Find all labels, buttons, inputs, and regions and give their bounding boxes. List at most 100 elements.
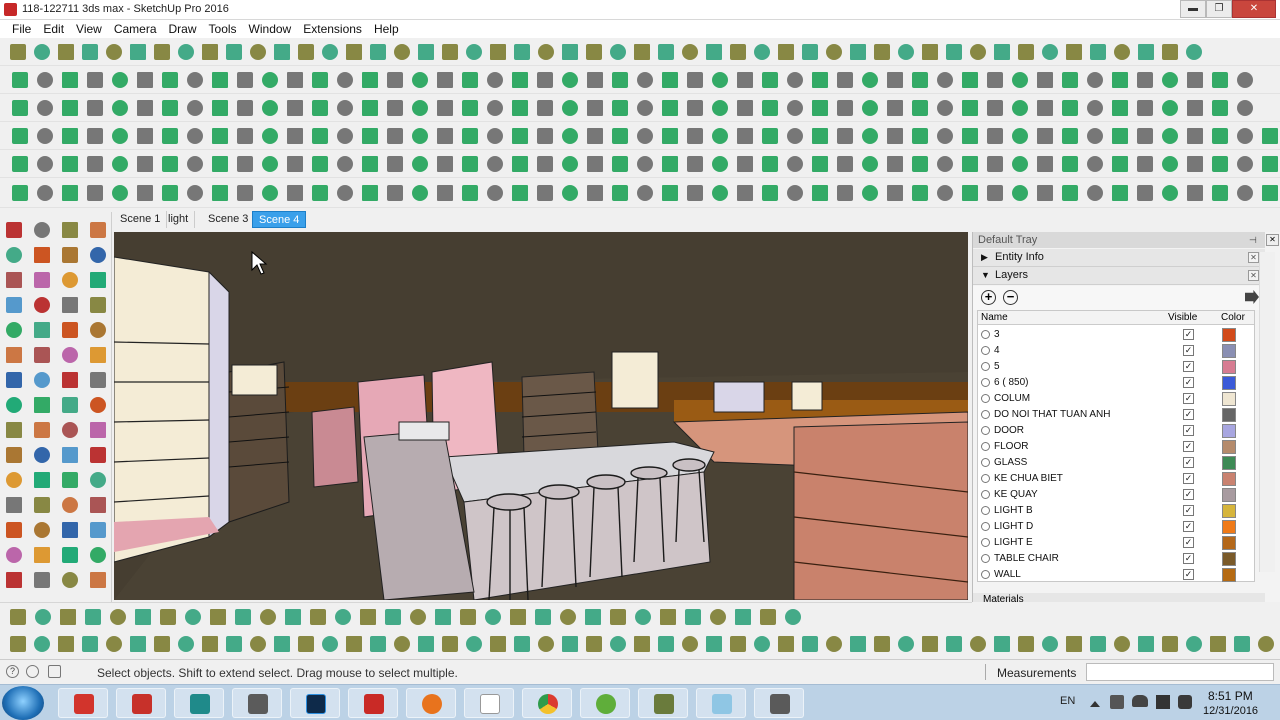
modify-tool-icon[interactable] [887, 156, 903, 172]
layer-visible-checkbox[interactable]: ✓ [1183, 425, 1194, 436]
extension-tool-icon[interactable] [287, 128, 303, 144]
modify-tool-icon[interactable] [862, 156, 878, 172]
menu-extensions[interactable]: Extensions [297, 22, 368, 36]
tray-close-button[interactable]: ✕ [1266, 234, 1279, 246]
drawing-tool-icon[interactable] [394, 44, 410, 60]
active-layer-radio[interactable] [981, 570, 990, 579]
shape-tool-icon[interactable] [106, 636, 122, 652]
menu-draw[interactable]: Draw [163, 22, 203, 36]
shape-tool-icon[interactable] [418, 636, 434, 652]
taskbar-sketchup-2[interactable] [116, 688, 166, 718]
utility-tool-icon[interactable] [462, 185, 478, 201]
left-tool-icon[interactable] [90, 322, 106, 338]
edit-tool-icon[interactable] [212, 72, 228, 88]
left-tool-icon[interactable] [90, 447, 106, 463]
edit-tool-icon[interactable] [1137, 72, 1153, 88]
edit-tool-icon[interactable] [887, 72, 903, 88]
plugin-tool-icon[interactable] [37, 100, 53, 116]
plugin-tool-icon[interactable] [1162, 100, 1178, 116]
extension-tool-icon[interactable] [137, 128, 153, 144]
drawing-tool-icon[interactable] [754, 44, 770, 60]
shape-tool-icon[interactable] [322, 636, 338, 652]
view-tool-icon[interactable] [460, 609, 476, 625]
utility-tool-icon[interactable] [1112, 185, 1128, 201]
drawing-tool-icon[interactable] [658, 44, 674, 60]
plugin-tool-icon[interactable] [762, 100, 778, 116]
modify-tool-icon[interactable] [512, 156, 528, 172]
extension-tool-icon[interactable] [1087, 128, 1103, 144]
modify-tool-icon[interactable] [387, 156, 403, 172]
layer-color-swatch[interactable] [1222, 392, 1236, 406]
left-tool-icon[interactable] [6, 397, 22, 413]
edit-tool-icon[interactable] [537, 72, 553, 88]
menu-help[interactable]: Help [368, 22, 405, 36]
modify-tool-icon[interactable] [287, 156, 303, 172]
active-layer-radio[interactable] [981, 410, 990, 419]
left-tool-icon[interactable] [62, 397, 78, 413]
shape-tool-icon[interactable] [274, 636, 290, 652]
plugin-tool-icon[interactable] [1237, 100, 1253, 116]
utility-tool-icon[interactable] [587, 185, 603, 201]
taskbar-sketchup-1[interactable] [58, 688, 108, 718]
edit-tool-icon[interactable] [37, 72, 53, 88]
edit-tool-icon[interactable] [362, 72, 378, 88]
plugin-tool-icon[interactable] [937, 100, 953, 116]
extension-tool-icon[interactable] [362, 128, 378, 144]
drawing-tool-icon[interactable] [466, 44, 482, 60]
active-layer-radio[interactable] [981, 554, 990, 563]
layer-row[interactable]: COLUM ✓ [978, 391, 1254, 407]
view-tool-icon[interactable] [685, 609, 701, 625]
modify-tool-icon[interactable] [362, 156, 378, 172]
tab-scene-4[interactable]: Scene 4 [252, 211, 307, 228]
extension-tool-icon[interactable] [387, 128, 403, 144]
shape-tool-icon[interactable] [202, 636, 218, 652]
edit-tool-icon[interactable] [1237, 72, 1253, 88]
shape-tool-icon[interactable] [178, 636, 194, 652]
utility-tool-icon[interactable] [837, 185, 853, 201]
extension-tool-icon[interactable] [1012, 128, 1028, 144]
edit-tool-icon[interactable] [262, 72, 278, 88]
plugin-tool-icon[interactable] [512, 100, 528, 116]
plugin-tool-icon[interactable] [887, 100, 903, 116]
menu-file[interactable]: File [6, 22, 37, 36]
left-tool-icon[interactable] [6, 422, 22, 438]
utility-tool-icon[interactable] [137, 185, 153, 201]
modify-tool-icon[interactable] [162, 156, 178, 172]
view-tool-icon[interactable] [560, 609, 576, 625]
extension-tool-icon[interactable] [312, 128, 328, 144]
left-tool-icon[interactable] [6, 522, 22, 538]
shape-tool-icon[interactable] [394, 636, 410, 652]
extension-tool-icon[interactable] [612, 128, 628, 144]
left-tool-icon[interactable] [34, 372, 50, 388]
modify-tool-icon[interactable] [812, 156, 828, 172]
view-tool-icon[interactable] [210, 609, 226, 625]
layer-row[interactable]: 5 ✓ [978, 359, 1254, 375]
drawing-tool-icon[interactable] [1114, 44, 1130, 60]
edit-tool-icon[interactable] [387, 72, 403, 88]
view-tool-icon[interactable] [285, 609, 301, 625]
shape-tool-icon[interactable] [754, 636, 770, 652]
view-tool-icon[interactable] [410, 609, 426, 625]
edit-tool-icon[interactable] [637, 72, 653, 88]
volume-icon[interactable] [1110, 695, 1124, 709]
plugin-tool-icon[interactable] [1212, 100, 1228, 116]
layer-color-swatch[interactable] [1222, 456, 1236, 470]
extension-tool-icon[interactable] [337, 128, 353, 144]
extension-tool-icon[interactable] [162, 128, 178, 144]
utility-tool-icon[interactable] [187, 185, 203, 201]
panel-layers[interactable]: ▼ Layers ✕ [973, 267, 1265, 285]
extension-tool-icon[interactable] [712, 128, 728, 144]
utility-tool-icon[interactable] [562, 185, 578, 201]
edit-tool-icon[interactable] [837, 72, 853, 88]
active-layer-radio[interactable] [981, 490, 990, 499]
active-layer-radio[interactable] [981, 474, 990, 483]
left-tool-icon[interactable] [34, 547, 50, 563]
utility-tool-icon[interactable] [612, 185, 628, 201]
plugin-tool-icon[interactable] [1112, 100, 1128, 116]
modify-tool-icon[interactable] [487, 156, 503, 172]
modify-tool-icon[interactable] [337, 156, 353, 172]
shape-tool-icon[interactable] [1090, 636, 1106, 652]
plugin-tool-icon[interactable] [787, 100, 803, 116]
extension-tool-icon[interactable] [1137, 128, 1153, 144]
edit-tool-icon[interactable] [1037, 72, 1053, 88]
